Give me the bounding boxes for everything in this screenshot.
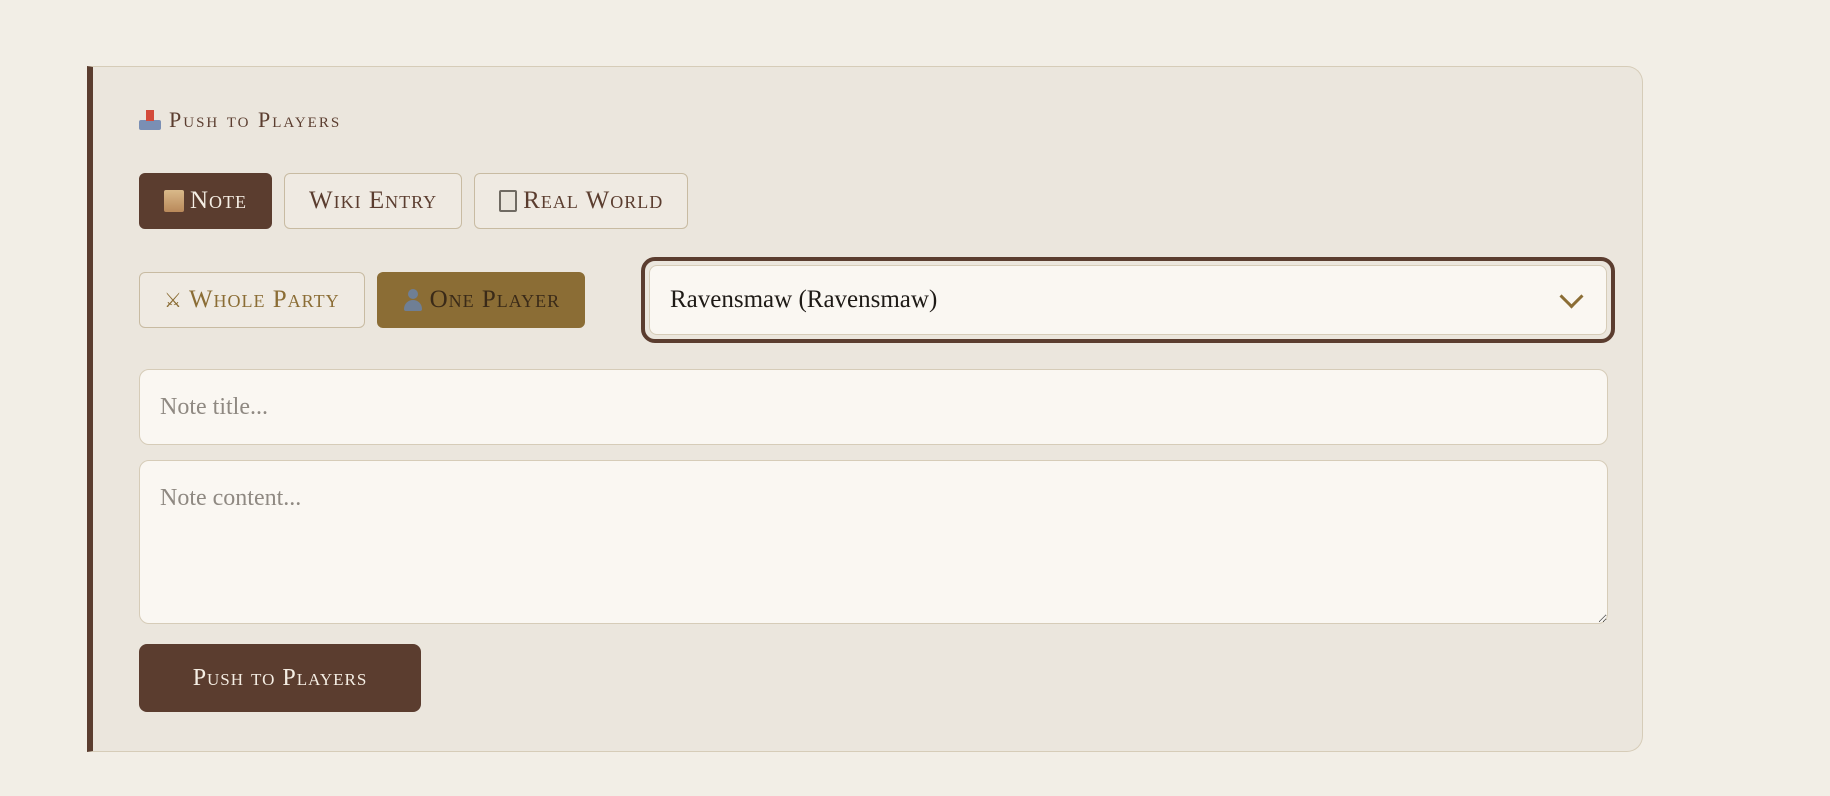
note-content-textarea[interactable]: [139, 460, 1608, 624]
player-select-focus-ring: Ravensmaw (Ravensmaw): [641, 257, 1615, 343]
crossed-swords-icon: ⚔: [164, 289, 183, 312]
clipboard-icon: [499, 190, 518, 212]
note-type-tabs: Note Wiki Entry Real World: [139, 173, 689, 229]
scroll-icon: [164, 190, 184, 212]
tab-one-player[interactable]: One Player: [376, 272, 586, 328]
push-to-players-button[interactable]: Push to Players: [139, 644, 421, 712]
chevron-down-icon: [1559, 283, 1584, 309]
outbox-tray-icon: [139, 110, 161, 130]
tab-real-world[interactable]: Real World: [474, 173, 689, 229]
panel-title: Push to Players: [169, 107, 342, 132]
tab-wiki-entry[interactable]: Wiki Entry: [284, 173, 463, 229]
player-select-value: Ravensmaw (Ravensmaw): [670, 286, 938, 313]
tab-note[interactable]: Note: [139, 173, 273, 229]
push-to-players-panel: Push to Players Note Wiki Entry Real Wor…: [87, 66, 1643, 752]
person-icon: [402, 289, 424, 311]
player-select[interactable]: Ravensmaw (Ravensmaw): [649, 265, 1607, 335]
target-tabs: ⚔ Whole Party One Player: [139, 272, 586, 328]
tab-whole-party[interactable]: ⚔ Whole Party: [139, 272, 365, 328]
note-title-input[interactable]: [139, 369, 1608, 445]
panel-header: Push to Players: [139, 107, 341, 133]
